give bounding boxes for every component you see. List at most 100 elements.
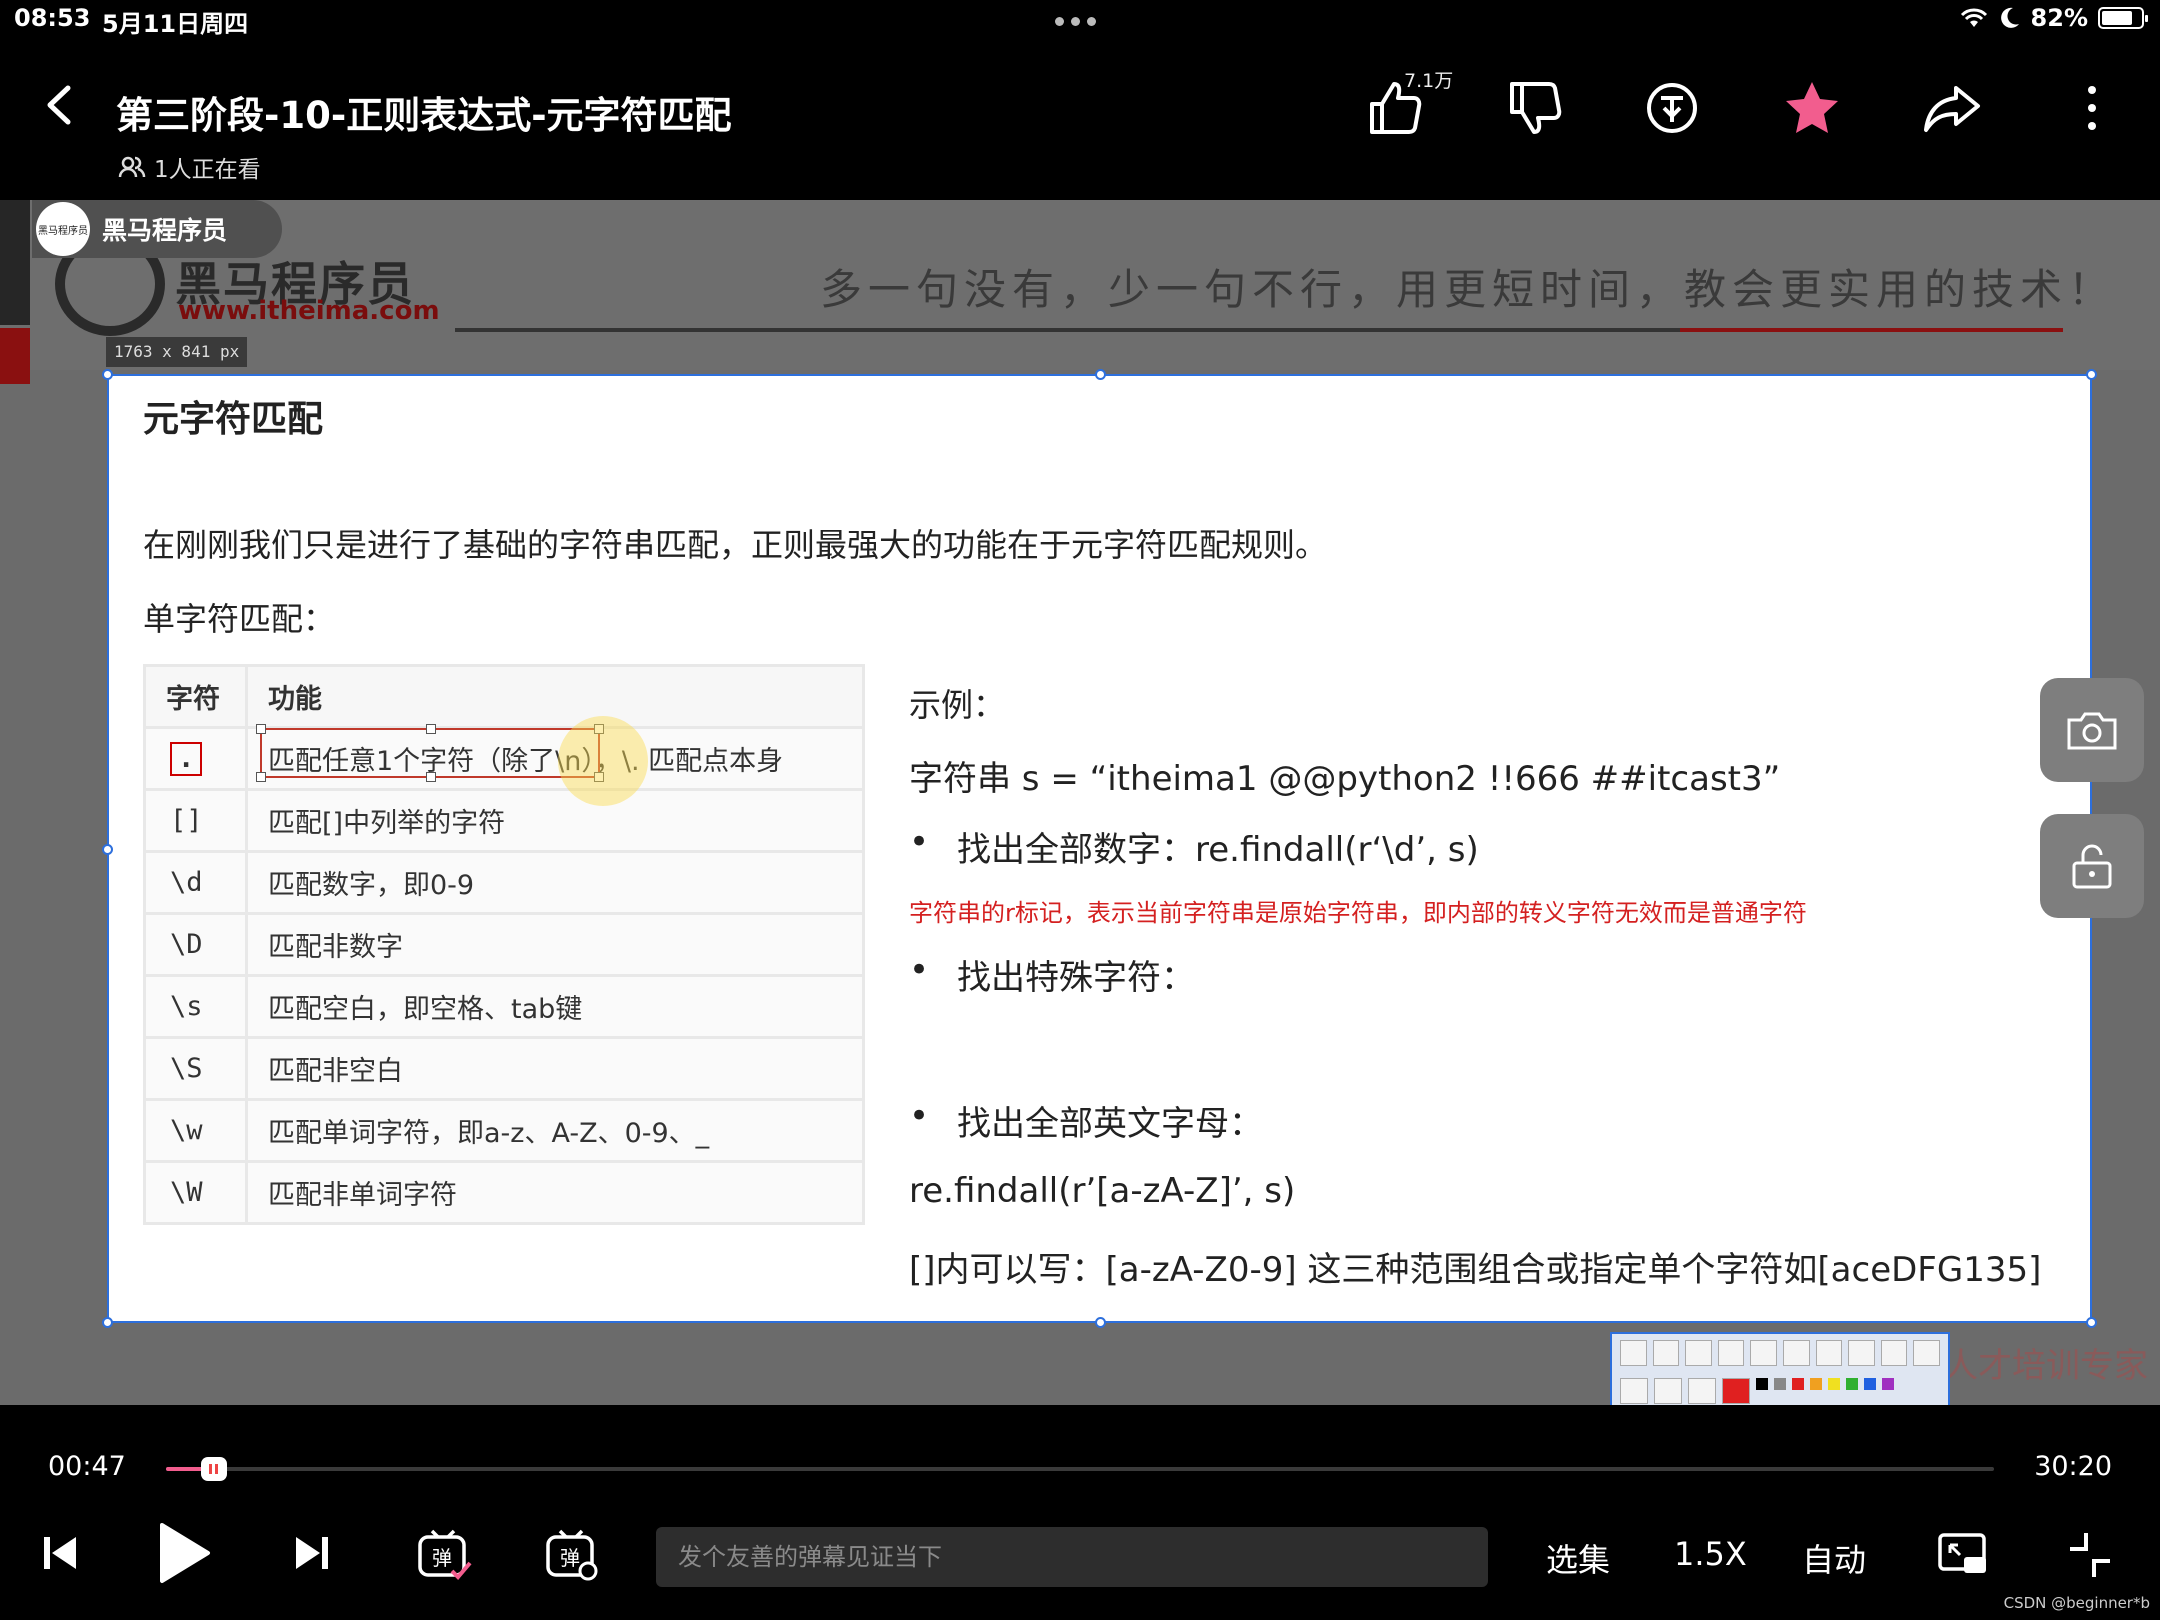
status-indicators: 82% <box>1959 4 2148 32</box>
picture-in-picture-icon[interactable] <box>1936 1531 1990 1579</box>
camera-icon <box>2067 712 2117 750</box>
example-label: 示例： <box>909 686 1006 724</box>
marker-tool-icon[interactable] <box>1717 1340 1745 1366</box>
progress-bar[interactable] <box>166 1457 1994 1481</box>
video-title: 第三阶段-10-正则表达式-元字符匹配 <box>116 94 732 137</box>
play-icon[interactable] <box>156 1521 212 1585</box>
screenshot-button[interactable] <box>2040 678 2144 782</box>
table-cell-symbol: . <box>143 726 248 791</box>
channel-tag[interactable]: 黑马程序员 黑马程序员 <box>32 200 282 258</box>
text-tool-icon[interactable] <box>1750 1340 1777 1366</box>
color-swatch[interactable] <box>1828 1378 1840 1390</box>
example-bullet-digits: • 找出全部数字：re.findall(r‘\d’, s) <box>909 822 1479 870</box>
back-arrow-icon[interactable] <box>38 80 82 130</box>
site-watermark: CSDN @beginner*b <box>2003 1594 2150 1612</box>
channel-name[interactable]: 黑马程序员 <box>102 211 227 247</box>
svg-text:弹: 弹 <box>432 1546 452 1570</box>
table-cell-desc: 匹配非空白 <box>245 1036 865 1101</box>
table-cell-desc: 匹配空白，即空格、tab键 <box>245 974 865 1039</box>
raw-string-note: 字符串的r标记，表示当前字符串是原始字符串，即内部的转义字符无效而是普通字符 <box>909 899 1807 927</box>
table-header-row: 字符 功能 <box>143 664 865 729</box>
example-code: re.findall(r’[a-zA-Z]’, s) <box>909 1171 1296 1211</box>
status-bar: 08:53 5月11日周四 82% <box>0 0 2160 40</box>
selection-handle[interactable] <box>1095 1317 1106 1328</box>
select-tool-icon[interactable] <box>1620 1340 1647 1366</box>
danmaku-toggle-icon[interactable]: 弹 <box>416 1527 472 1583</box>
screenshot-dimension-label: 1763 x 841 px <box>106 337 248 367</box>
exit-fullscreen-icon[interactable] <box>2066 1529 2114 1581</box>
danmaku-settings-icon[interactable]: 弹 <box>544 1527 600 1583</box>
danmaku-input[interactable] <box>656 1527 1488 1587</box>
table-cell-symbol: \d <box>143 850 248 915</box>
lecture-slogan: 多一句没有，少一句不行，用更短时间，教会更实用的技术！ <box>820 265 2117 314</box>
close-icon[interactable] <box>1848 1340 1875 1366</box>
left-strip <box>0 200 30 325</box>
pin-icon[interactable] <box>1880 1340 1908 1366</box>
viewer-count-text: 1人正在看 <box>154 157 261 183</box>
color-swatch[interactable] <box>1810 1378 1822 1390</box>
player-controls: 00:47 30:20 弹 弹 选集 1.5X 自动 CSDN @beginne… <box>0 1405 2160 1620</box>
video-frame[interactable]: 黑马程序员 www.itheima.com 多一句没有，少一句不行，用更短时间，… <box>0 200 2160 1405</box>
lecture-slide: 元字符匹配 在刚刚我们只是进行了基础的字符串匹配，正则最强大的功能在于元字符匹配… <box>102 369 2097 1328</box>
table-header-symbol: 字符 <box>143 664 248 729</box>
quality-button[interactable]: 自动 <box>1802 1535 1866 1581</box>
previous-icon[interactable] <box>40 1529 80 1577</box>
color-selected[interactable] <box>1722 1378 1750 1404</box>
share-icon[interactable] <box>1920 76 1984 140</box>
selection-handle[interactable] <box>1095 369 1106 380</box>
table-cell-desc: 匹配非单词字符 <box>245 1160 865 1225</box>
color-swatch[interactable] <box>1864 1378 1876 1390</box>
status-date: 5月11日周四 <box>102 10 249 38</box>
pointer-highlight <box>558 716 648 806</box>
table-row: \S 匹配非空白 <box>143 1036 865 1101</box>
rect-tool-icon[interactable] <box>1654 1378 1682 1404</box>
color-swatch[interactable] <box>1846 1378 1858 1390</box>
undo-icon[interactable] <box>1782 1340 1810 1366</box>
screen-lock-button[interactable] <box>2040 814 2144 918</box>
save-icon[interactable] <box>1913 1340 1940 1366</box>
thumbs-down-icon[interactable] <box>1502 76 1566 140</box>
unlock-icon <box>2072 844 2112 889</box>
rect-fill-tool-icon[interactable] <box>1620 1378 1648 1404</box>
progress-thumb[interactable] <box>200 1457 227 1481</box>
next-icon[interactable] <box>292 1529 332 1577</box>
color-swatch[interactable] <box>1774 1378 1786 1390</box>
status-time: 08:53 <box>14 4 91 32</box>
redo-icon[interactable] <box>1815 1340 1843 1366</box>
table-row: \d 匹配数字，即0-9 <box>143 850 865 915</box>
multitask-dots[interactable] <box>1055 17 1096 26</box>
channel-avatar[interactable]: 黑马程序员 <box>36 202 90 256</box>
selection-handle[interactable] <box>2086 369 2097 380</box>
color-swatch[interactable] <box>1882 1378 1894 1390</box>
table-row: \s 匹配空白，即空格、tab键 <box>143 974 865 1039</box>
selection-handle[interactable] <box>102 369 113 380</box>
battery-percent: 82% <box>2030 4 2088 32</box>
brand-url: www.itheima.com <box>178 296 440 326</box>
selection-handle[interactable] <box>102 844 113 855</box>
speed-button[interactable]: 1.5X <box>1674 1535 1747 1573</box>
selection-handle[interactable] <box>102 1317 113 1328</box>
total-time: 30:20 <box>2034 1451 2112 1482</box>
annotation-toolbar[interactable] <box>1610 1332 1950 1405</box>
more-options-icon[interactable] <box>2060 76 2124 140</box>
color-swatch[interactable] <box>1792 1378 1804 1390</box>
slide-subtitle: 单字符匹配： <box>143 600 336 638</box>
like-count: 7.1万 <box>1404 70 1454 92</box>
viewer-count: 1人正在看 <box>118 150 261 184</box>
people-icon <box>118 156 146 178</box>
video-header: 第三阶段-10-正则表达式-元字符匹配 1人正在看 7.1万 <box>0 40 2160 200</box>
wifi-icon <box>1960 8 1987 27</box>
table-cell-symbol: \s <box>143 974 248 1039</box>
ellipse-tool-icon[interactable] <box>1688 1378 1716 1404</box>
example-bullet-special: • 找出特殊字符： <box>909 950 1195 998</box>
slide-title: 元字符匹配 <box>143 399 324 440</box>
pen-tool-icon[interactable] <box>1685 1340 1712 1366</box>
coin-icon[interactable] <box>1640 76 1704 140</box>
episodes-button[interactable]: 选集 <box>1546 1535 1610 1581</box>
favorite-star-icon[interactable] <box>1780 76 1844 140</box>
annotation-selection-box[interactable] <box>256 724 604 782</box>
line-tool-icon[interactable] <box>1652 1340 1680 1366</box>
table-row: \D 匹配非数字 <box>143 912 865 977</box>
color-swatch[interactable] <box>1756 1378 1768 1390</box>
example-bullet-letters: • 找出全部英文字母： <box>909 1096 1263 1144</box>
